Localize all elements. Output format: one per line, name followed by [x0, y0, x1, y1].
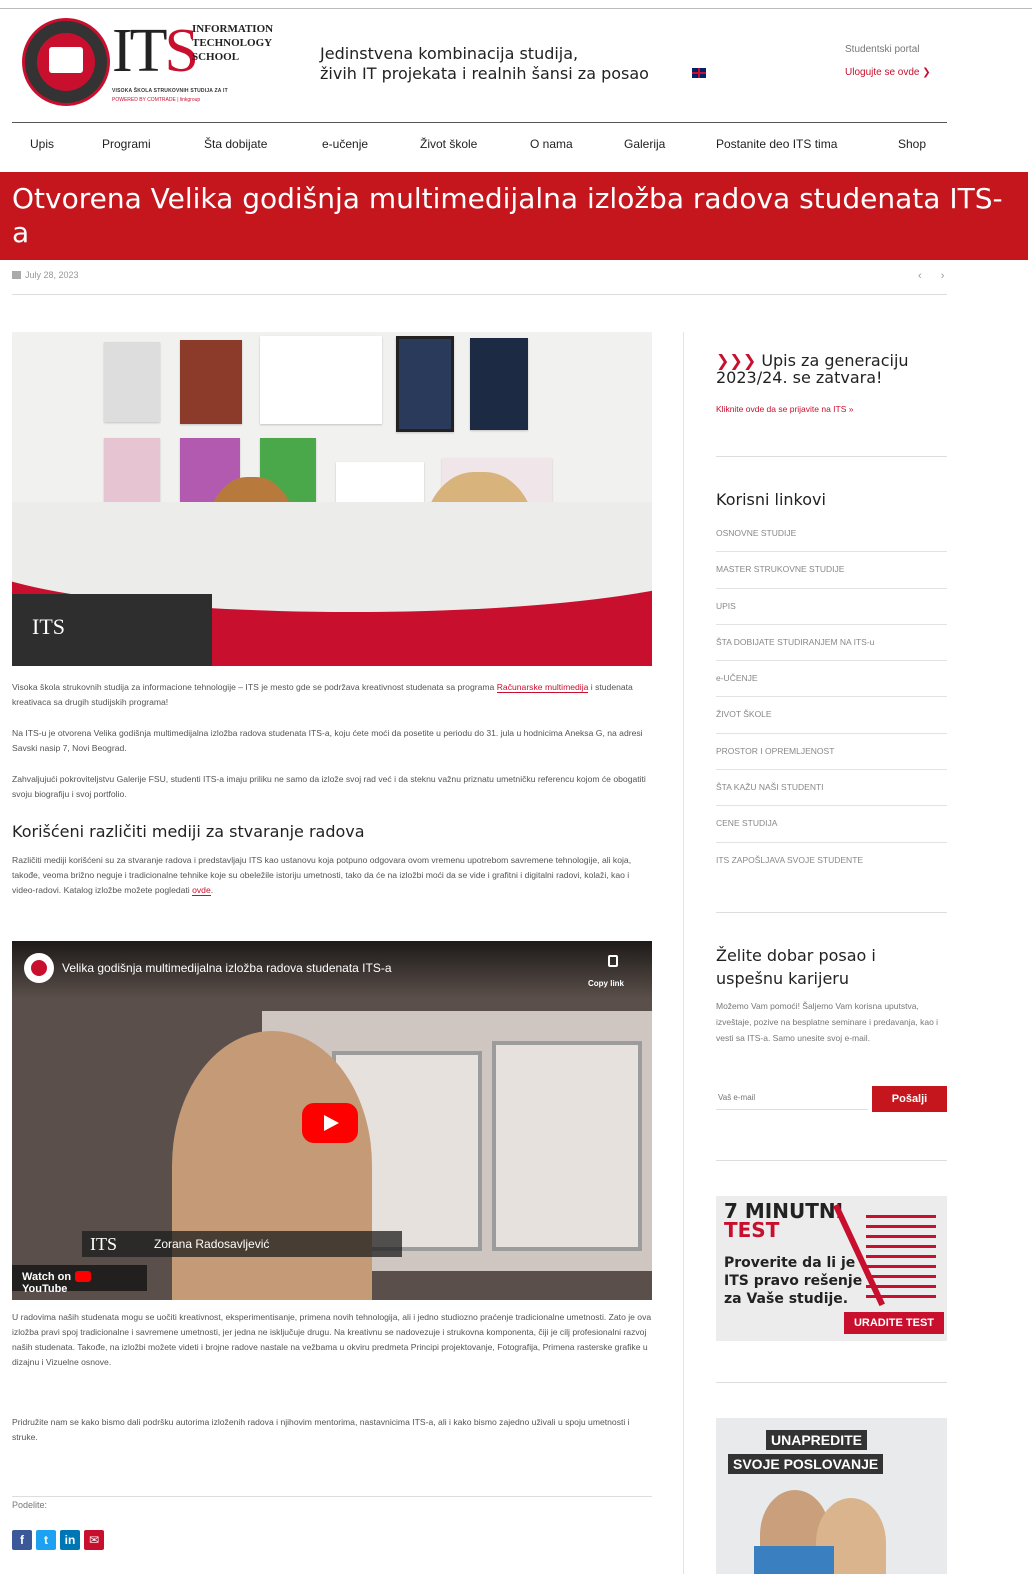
logo-wordmark: ITS [112, 17, 199, 85]
main-nav: Upis Programi Šta dobijate e-učenje Živo… [12, 122, 947, 164]
featured-its-logo: ITS [32, 614, 65, 639]
copy-link-icon[interactable] [608, 955, 618, 967]
logo-powered-by: POWERED BY COMTRADE | linkgroup [112, 97, 201, 103]
article-paragraph: Pridružite nam se kako bismo dali podršk… [12, 1417, 630, 1442]
business-ad-banner[interactable]: UNAPREDITE SVOJE POSLOVANJE [716, 1418, 947, 1574]
article-paragraph: U radovima naših studenata mogu se uočit… [12, 1312, 652, 1367]
useful-links-list: OSNOVNE STUDIJE MASTER STRUKOVNE STUDIJE… [716, 516, 947, 879]
sidebar-divider [683, 332, 684, 1574]
newsletter-email-input[interactable] [716, 1086, 868, 1110]
article-paragraph: Zahvaljujući pokroviteljstvu Galerije FS… [12, 774, 646, 799]
nav-item-postanite-deo-tima[interactable]: Postanite deo ITS tima [716, 137, 837, 151]
lower-third-name: Zorana Radosavljević [154, 1237, 270, 1251]
sidebar-link-cene-studija[interactable]: CENE STUDIJA [716, 806, 947, 843]
email-share-icon[interactable]: ✉ [84, 1530, 104, 1550]
article-date: July 28, 2023 [12, 270, 79, 280]
ad-line-2: SVOJE POSLOVANJE [728, 1454, 884, 1474]
sidebar-link-osnovne-studije[interactable]: OSNOVNE STUDIJE [716, 516, 947, 553]
youtube-video-embed[interactable]: Velika godišnja multimedijalna izložba r… [12, 941, 652, 1300]
test-body: Proverite da li je ITS pravo rešenje za … [724, 1255, 863, 1307]
take-test-button[interactable]: URADITE TEST [844, 1312, 944, 1334]
article-title-banner: Otvorena Velika godišnja multimedijalna … [0, 172, 1028, 260]
nav-item-o-nama[interactable]: O nama [530, 137, 573, 151]
facebook-icon[interactable]: f [12, 1530, 32, 1550]
sidebar-link-prostor[interactable]: PROSTOR I OPREMLJENOST [716, 734, 947, 771]
sidebar-divider [716, 456, 947, 457]
test-banner[interactable]: 7 MINUTNI TEST Proverite da li je ITS pra… [716, 1196, 947, 1341]
newsletter-send-button[interactable]: Pošalji [872, 1086, 947, 1112]
its-logo[interactable]: ITS INFORMATION TECHNOLOGY SCHOOL VISOKA… [22, 17, 290, 108]
sidebar-link-master-studije[interactable]: MASTER STRUKOVNE STUDIJE [716, 552, 947, 589]
logo-subtitle: VISOKA ŠKOLA STRUKOVNIH STUDIJA ZA IT [112, 88, 228, 94]
youtube-icon [75, 1271, 92, 1282]
share-label: Podelite: [12, 1500, 48, 1510]
logo-school-name: INFORMATION TECHNOLOGY SCHOOL [192, 23, 274, 63]
article-paragraph: Visoka škola strukovnih studija za infor… [12, 682, 633, 707]
video-title[interactable]: Velika godišnja multimedijalna izložba r… [62, 961, 392, 975]
play-button[interactable] [302, 1103, 358, 1143]
upis-heading[interactable]: ❯❯❯ Upis za generaciju 2023/24. se zatva… [716, 352, 947, 386]
nav-item-zivot-skole[interactable]: Život škole [420, 137, 477, 151]
nav-item-galerija[interactable]: Galerija [624, 137, 665, 151]
upis-apply-link[interactable]: Kliknite ovde da se prijavite na ITS » [716, 404, 854, 414]
portal-login-link[interactable]: Ulogujte se ovde ❯ [845, 67, 931, 78]
meta-divider [12, 294, 947, 295]
channel-avatar-icon[interactable] [24, 953, 54, 983]
calendar-icon [12, 271, 21, 279]
sidebar-link-zivot-skole[interactable]: ŽIVOT ŠKOLE [716, 697, 947, 734]
useful-links-title: Korisni linkovi [716, 490, 826, 509]
test-heading: 7 MINUTNI TEST [724, 1199, 844, 1242]
copy-link-label[interactable]: Copy link [588, 979, 624, 988]
sidebar-divider [716, 1382, 947, 1383]
watch-on-youtube-button[interactable]: Watch on YouTube [12, 1265, 147, 1295]
uk-flag-icon[interactable] [692, 68, 706, 78]
sidebar-divider [716, 912, 947, 913]
seal-icon [22, 18, 110, 106]
portal-title: Studentski portal [845, 44, 920, 55]
newsletter-text: Možemo Vam pomoći! Šaljemo Vam korisna u… [716, 1001, 939, 1043]
nav-item-programi[interactable]: Programi [102, 137, 151, 151]
ad-line-1: UNAPREDITE [766, 1430, 868, 1450]
sidebar-divider [716, 1160, 947, 1161]
newsletter-title: Želite dobar posao i uspešnu karijeru [716, 946, 876, 988]
top-divider [0, 8, 1032, 9]
post-pager[interactable]: ‹ › [918, 270, 952, 282]
sidebar-link-sta-dobijate[interactable]: ŠTA DOBIJATE STUDIRANJEM NA ITS-u [716, 625, 947, 662]
article-subheading: Korišćeni različiti mediji za stvaranje … [12, 822, 365, 841]
twitter-icon[interactable]: t [36, 1530, 56, 1550]
nav-item-sta-dobijate[interactable]: Šta dobijate [204, 137, 267, 151]
lower-third-logo: ITS [90, 1234, 117, 1254]
nav-item-shop[interactable]: Shop [898, 137, 926, 151]
linkedin-icon[interactable]: in [60, 1530, 80, 1550]
sidebar-link-sta-kazu-studenti[interactable]: ŠTA KAŽU NAŠI STUDENTI [716, 770, 947, 807]
nav-item-e-ucenje[interactable]: e-učenje [322, 137, 368, 151]
article-paragraph: Različiti mediji korišćeni su za stvaran… [12, 855, 632, 896]
header-tagline: Jedinstvena kombinacija studija, živih I… [320, 44, 649, 83]
catalog-link[interactable]: ovde [192, 885, 211, 896]
sidebar-link-zaposljava[interactable]: ITS ZAPOŠLJAVA SVOJE STUDENTE [716, 843, 947, 879]
share-divider [12, 1496, 652, 1497]
sidebar-link-upis[interactable]: UPIS [716, 589, 947, 625]
racunarske-multimedija-link[interactable]: Računarske multimedija [496, 682, 589, 693]
article-paragraph: Na ITS-u je otvorena Velika godišnja mul… [12, 728, 643, 753]
nav-item-upis[interactable]: Upis [30, 137, 54, 151]
featured-image: ITS [12, 332, 652, 666]
sidebar-link-e-ucenje[interactable]: e-UČENJE [716, 661, 947, 698]
article-title: Otvorena Velika godišnja multimedijalna … [12, 182, 1003, 249]
